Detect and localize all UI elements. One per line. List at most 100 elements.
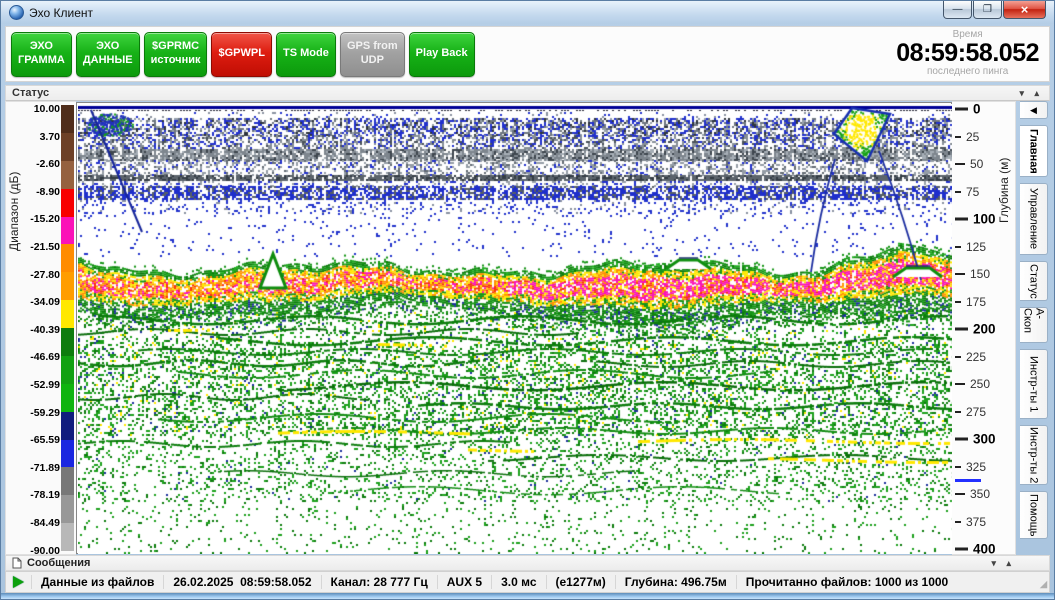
range-color-segment xyxy=(61,272,74,300)
toolbar-button[interactable]: $GPRMCисточник xyxy=(144,32,208,77)
titlebar: Эхо Клиент — ❐ × xyxy=(1,1,1054,24)
tab-инстр-ты-2[interactable]: Инстр-ты 2 xyxy=(1020,425,1048,485)
range-label: -2.60 xyxy=(36,158,60,170)
range-label: 3.70 xyxy=(40,131,60,143)
range-color-segment xyxy=(61,217,74,245)
playback-status-icon xyxy=(6,576,31,588)
tab-collapse-button[interactable]: ◀ xyxy=(1020,101,1048,119)
app-window: Эхо Клиент — ❐ × ЭХОГРАММАЭХОДАННЫЕ$GPRM… xyxy=(0,0,1055,600)
range-color-segment xyxy=(61,161,74,189)
resize-grip[interactable]: ◢ xyxy=(1040,579,1047,590)
range-label: -34.09 xyxy=(30,296,60,308)
depth-tick: 275 xyxy=(952,405,986,419)
toolbar-button[interactable]: TS Mode xyxy=(276,32,336,77)
tab-статус[interactable]: Статус xyxy=(1020,261,1048,301)
range-label: -65.59 xyxy=(30,434,60,446)
depth-tick: 100 xyxy=(952,212,996,227)
range-color-segment xyxy=(61,356,74,384)
messages-bar[interactable]: Сообщения ▾ ▴ xyxy=(5,555,1050,571)
range-label: -71.89 xyxy=(30,462,60,474)
depth-tick: 150 xyxy=(952,267,990,281)
statusbar-item: Глубина: 496.75м xyxy=(615,575,736,589)
depth-tick: 400 xyxy=(952,542,996,557)
range-label: -84.49 xyxy=(30,517,60,529)
depth-tick: 175 xyxy=(952,295,986,309)
tab-а-скоп[interactable]: А-Скоп xyxy=(1020,307,1048,343)
range-label: -21.50 xyxy=(30,241,60,253)
tab-управление[interactable]: Управление xyxy=(1020,183,1048,255)
range-color-segment xyxy=(61,133,74,161)
status-header-label: Статус xyxy=(12,87,49,99)
depth-tick: 250 xyxy=(952,377,990,391)
depth-tick: 225 xyxy=(952,350,986,364)
depth-tick: 375 xyxy=(952,515,986,529)
depth-marker xyxy=(955,479,981,482)
statusbar-item: (е1277м) xyxy=(546,575,615,589)
depth-scale-panel: Глубина (м) 0255075100125150175200225250… xyxy=(952,101,1016,555)
range-color-segment xyxy=(61,244,74,272)
messages-collapse-arrows-icon[interactable]: ▾ ▴ xyxy=(991,558,1015,569)
status-header: Статус ▾ ▴ xyxy=(5,85,1050,101)
toolbar-panel: ЭХОГРАММАЭХОДАННЫЕ$GPRMCисточник$GPWPLTS… xyxy=(5,26,1050,82)
toolbar-button[interactable]: ЭХОГРАММА xyxy=(11,32,72,77)
depth-tick: 125 xyxy=(952,240,986,254)
range-label: 10.00 xyxy=(34,103,60,115)
maximize-button[interactable]: ❐ xyxy=(973,1,1002,19)
minimize-button[interactable]: — xyxy=(943,1,972,19)
range-label: -59.29 xyxy=(30,407,60,419)
range-color-segment xyxy=(61,412,74,440)
document-icon xyxy=(12,557,22,569)
time-value: 08:59:58.052 xyxy=(896,40,1039,66)
status-collapse-arrows-icon[interactable]: ▾ ▴ xyxy=(1019,88,1043,99)
range-label: -78.19 xyxy=(30,489,60,501)
range-scale-panel: Диапазон (дБ) 10.003.70-2.60-8.90-15.20-… xyxy=(5,101,76,555)
range-label: -40.39 xyxy=(30,324,60,336)
statusbar-item: Прочитанно файлов: 1000 из 1000 xyxy=(736,575,958,589)
tab-помощь[interactable]: Помощь xyxy=(1020,491,1048,539)
range-color-segment xyxy=(61,495,74,523)
range-color-segment xyxy=(61,189,74,217)
toolbar-row: ЭХОГРАММАЭХОДАННЫЕ$GPRMCисточник$GPWPLTS… xyxy=(1,24,1054,85)
ping-time-block: Время 08:59:58.052 последнего пинга xyxy=(896,29,1039,77)
depth-scale-title: Глубина (м) xyxy=(995,110,1013,270)
statusbar: Данные из файлов26.02.2025 08:59:58.052К… xyxy=(5,571,1050,593)
depth-tick: 0 xyxy=(952,102,981,117)
caption-buttons: — ❐ × xyxy=(942,1,1046,19)
range-label: -90.00 xyxy=(30,545,60,557)
range-color-segment xyxy=(61,467,74,495)
range-label: -52.99 xyxy=(30,379,60,391)
window-title: Эхо Клиент xyxy=(29,6,93,20)
depth-tick: 350 xyxy=(952,487,990,501)
toolbar-button[interactable]: Play Back xyxy=(409,32,475,77)
toolbar-button[interactable]: GPS fromUDP xyxy=(340,32,405,77)
statusbar-item: 26.02.2025 08:59:58.052 xyxy=(163,575,320,589)
echogram-panel[interactable] xyxy=(76,102,952,554)
close-button[interactable]: × xyxy=(1003,1,1046,19)
range-color-segment xyxy=(61,300,74,328)
toolbar-button[interactable]: $GPWPL xyxy=(211,32,271,77)
tab-strip: ◀ Главная Управление Статус А-Скоп Инстр-ты … xyxy=(1016,101,1050,555)
statusbar-item: Данные из файлов xyxy=(31,575,163,589)
range-scale-labels: 10.003.70-2.60-8.90-15.20-21.50-27.80-34… xyxy=(22,102,60,554)
statusbar-item: AUX 5 xyxy=(437,575,491,589)
echogram-canvas[interactable] xyxy=(78,104,955,554)
range-label: -8.90 xyxy=(36,186,60,198)
range-color-segment xyxy=(61,523,74,551)
range-color-bar xyxy=(61,105,74,551)
messages-bar-label: Сообщения xyxy=(27,557,90,569)
depth-tick: 200 xyxy=(952,322,996,337)
window-bottom-border xyxy=(1,593,1054,599)
tab-инстр-ты-1[interactable]: Инстр-ты 1 xyxy=(1020,349,1048,419)
range-color-segment xyxy=(61,105,74,133)
statusbar-item: Канал: 28 777 Гц xyxy=(321,575,437,589)
tab-главная[interactable]: Главная xyxy=(1020,125,1048,177)
time-subcaption: последнего пинга xyxy=(896,66,1039,77)
range-label: -46.69 xyxy=(30,351,60,363)
toolbar-button[interactable]: ЭХОДАННЫЕ xyxy=(76,32,140,77)
toolbar-buttons: ЭХОГРАММАЭХОДАННЫЕ$GPRMCисточник$GPWPLTS… xyxy=(11,32,475,77)
depth-tick: 75 xyxy=(952,185,979,199)
depth-tick: 300 xyxy=(952,432,996,447)
statusbar-item: 3.0 мс xyxy=(491,575,545,589)
main-area: Диапазон (дБ) 10.003.70-2.60-8.90-15.20-… xyxy=(5,101,1050,555)
depth-tick: 325 xyxy=(952,460,986,474)
